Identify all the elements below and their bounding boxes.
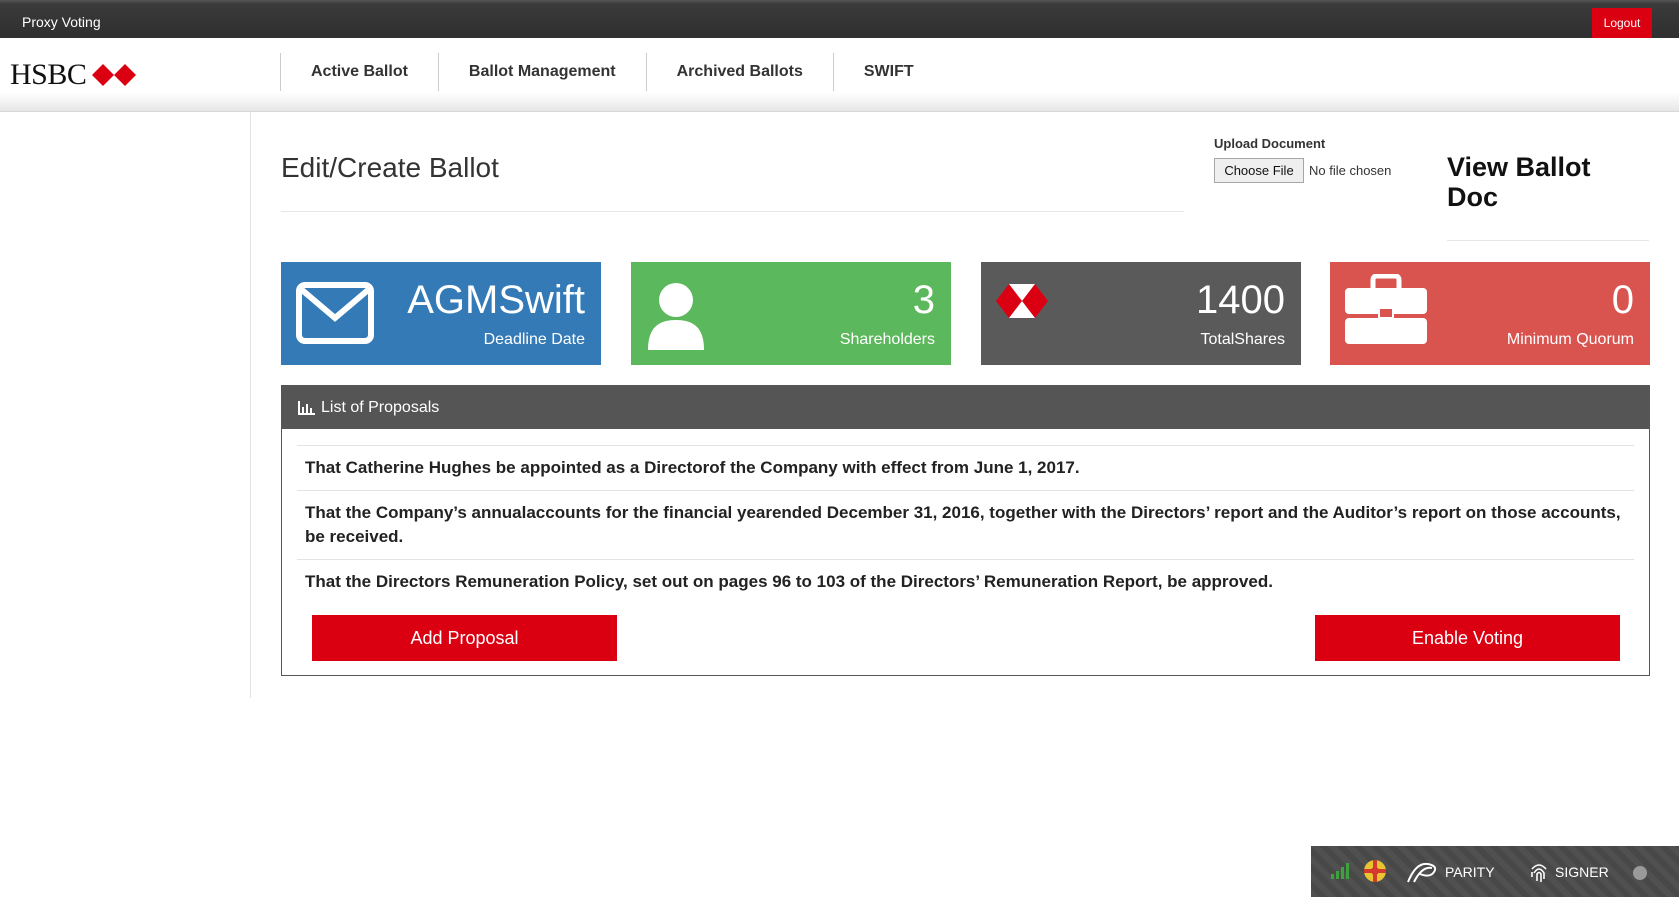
main-navbar: HSBC Active Ballot Ballot Management Arc… xyxy=(0,38,1679,112)
top-bar: Proxy Voting Logout xyxy=(0,0,1679,38)
nav-item-swift[interactable]: SWIFT xyxy=(832,53,944,91)
proposals-panel: List of Proposals That Catherine Hughes … xyxy=(281,385,1650,676)
total-shares-card: 1400 TotalShares xyxy=(981,262,1301,365)
proposal-list: That Catherine Hughes be appointed as a … xyxy=(297,445,1634,604)
minimum-quorum-value: 0 xyxy=(1611,278,1634,322)
minimum-quorum-card: 0 Minimum Quorum xyxy=(1330,262,1650,365)
total-shares-value: 1400 xyxy=(1196,278,1285,322)
bar-chart-icon xyxy=(298,400,315,415)
shareholders-card: 3 Shareholders xyxy=(631,262,951,365)
proposals-panel-header: List of Proposals xyxy=(282,386,1649,429)
upload-document-label: Upload Document xyxy=(1214,136,1326,151)
proposal-item[interactable]: That the Company’s annualaccounts for th… xyxy=(297,491,1634,560)
user-icon xyxy=(648,283,704,350)
total-shares-label: TotalShares xyxy=(1200,331,1286,348)
nav-menu: Active Ballot Ballot Management Archived… xyxy=(280,53,944,91)
deadline-card: AGMSwift Deadline Date xyxy=(281,262,601,365)
brand-logo[interactable]: HSBC xyxy=(10,58,137,92)
nav-item-active-ballot[interactable]: Active Ballot xyxy=(280,53,438,91)
sidebar-divider xyxy=(250,112,251,698)
briefcase-icon xyxy=(1345,274,1427,344)
nav-item-ballot-management[interactable]: Ballot Management xyxy=(437,53,646,91)
enable-voting-button[interactable]: Enable Voting xyxy=(1315,615,1620,661)
minimum-quorum-label: Minimum Quorum xyxy=(1506,331,1634,348)
proposals-heading: List of Proposals xyxy=(321,398,440,416)
network-badge-icon[interactable] xyxy=(1363,859,1387,883)
status-dot xyxy=(1633,866,1647,880)
view-ballot-doc-link[interactable]: View Ballot Doc xyxy=(1447,152,1617,212)
brand-name: HSBC xyxy=(10,58,87,91)
app-title: Proxy Voting xyxy=(22,14,101,30)
add-proposal-button[interactable]: Add Proposal xyxy=(312,615,617,661)
proposal-item[interactable]: That the Directors Remuneration Policy, … xyxy=(297,560,1634,604)
proposal-item[interactable]: That Catherine Hughes be appointed as a … xyxy=(297,446,1634,491)
envelope-icon xyxy=(296,282,374,344)
deadline-label: Deadline Date xyxy=(483,331,585,348)
view-doc-divider xyxy=(1447,240,1649,241)
hsbc-hexagon-icon xyxy=(996,284,1048,318)
hsbc-hexagon-icon xyxy=(92,64,137,86)
signer-label[interactable]: SIGNER xyxy=(1555,864,1609,880)
signal-strength-icon[interactable] xyxy=(1331,863,1349,879)
extension-status-bar: PARITY SIGNER xyxy=(1311,846,1679,897)
choose-file-button[interactable]: Choose File xyxy=(1214,158,1304,183)
page-title: Edit/Create Ballot xyxy=(281,152,499,183)
deadline-value: AGMSwift xyxy=(407,278,585,322)
shareholders-label: Shareholders xyxy=(839,331,935,348)
logout-button[interactable]: Logout xyxy=(1592,8,1652,38)
parity-label[interactable]: PARITY xyxy=(1445,864,1495,880)
title-divider xyxy=(281,211,1184,212)
parity-logo-icon[interactable] xyxy=(1406,860,1442,884)
nav-item-archived-ballots[interactable]: Archived Ballots xyxy=(645,53,833,91)
shareholders-value: 3 xyxy=(912,278,935,322)
fingerprint-icon[interactable] xyxy=(1529,861,1549,883)
file-status-text: No file chosen xyxy=(1309,163,1392,178)
